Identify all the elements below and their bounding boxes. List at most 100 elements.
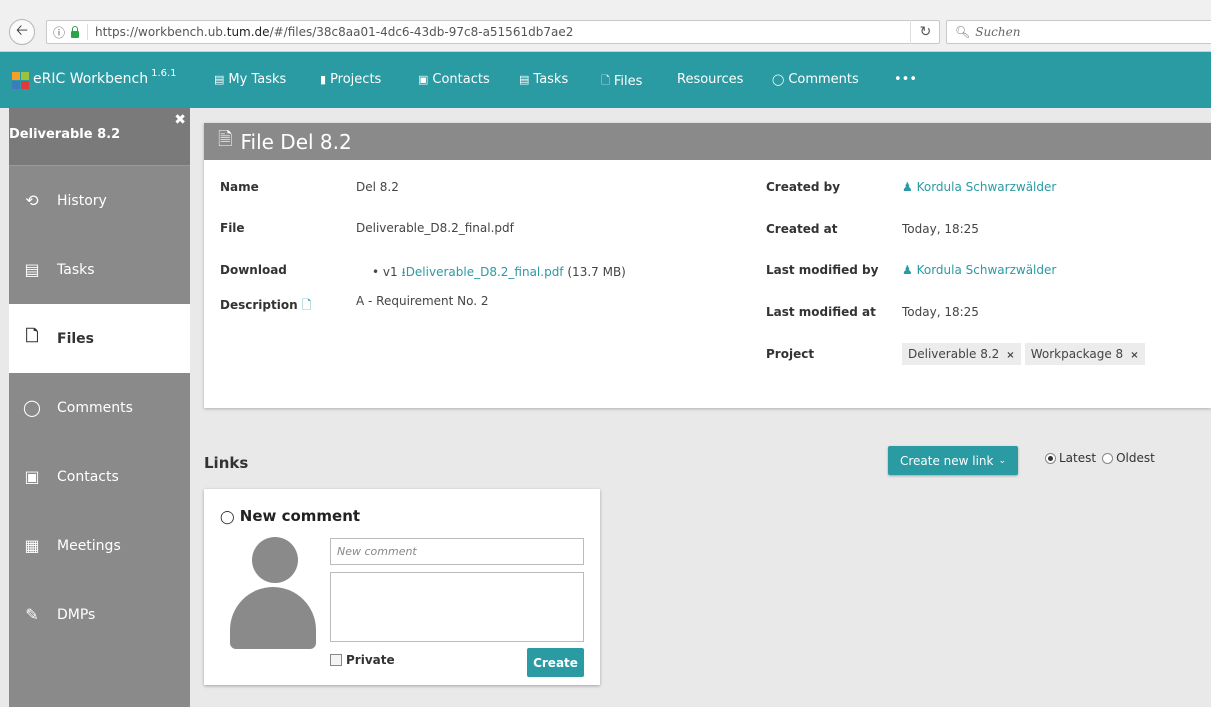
description-value: A - Requirement No. 2: [356, 294, 489, 308]
contact-icon: ▣: [418, 73, 429, 86]
sidebar-header: Deliverable 8.2 ✖: [9, 108, 190, 166]
project-tags: Deliverable 8.2 × Workpackage 8 ×: [902, 343, 1149, 365]
search-icon: 🔍︎: [955, 25, 971, 39]
tasks-icon: ▤: [519, 73, 530, 86]
logo-icon: [12, 72, 29, 89]
edit-icon: ✎: [25, 605, 39, 624]
remove-tag-icon[interactable]: ×: [1130, 350, 1138, 361]
sort-latest-radio[interactable]: [1045, 452, 1056, 464]
created-by-label: Created by: [766, 180, 841, 194]
tasks-icon: ▤: [24, 260, 40, 279]
file-icon: 🗋︎: [601, 74, 610, 87]
history-icon: ⟲: [25, 191, 39, 210]
reload-button[interactable]: ↻: [910, 20, 940, 44]
checkbox-box[interactable]: [330, 654, 342, 666]
search-input[interactable]: 🔍︎ Suchen: [946, 20, 1211, 44]
brand-version: 1.6.1: [151, 68, 177, 79]
links-title: Links: [204, 454, 249, 472]
last-modified-at-label: Last modified at: [766, 305, 876, 319]
created-at-value: Today, 18:25: [902, 222, 979, 236]
address-bar[interactable]: ⓘ https://workbench.ub.tum.de/#/files/38…: [46, 20, 940, 44]
sidebar-item-history[interactable]: ⟲ History: [9, 166, 190, 235]
user-icon: ♟: [902, 180, 913, 194]
sidebar-item-meetings[interactable]: ▦ Meetings: [9, 511, 190, 580]
nav-item-contacts[interactable]: ▣ Contacts: [418, 72, 490, 87]
tasks-icon: ▤: [214, 73, 225, 86]
sort-oldest-label[interactable]: Oldest: [1116, 451, 1155, 465]
project-tag: Deliverable 8.2 ×: [902, 343, 1021, 365]
file-icon: 🗋︎: [25, 326, 39, 345]
download-label: Download: [220, 263, 287, 277]
pdf-file-icon: 🗎︎: [218, 128, 233, 150]
new-comment-panel: ◯ New comment New comment Private Create: [204, 489, 600, 685]
create-link-button[interactable]: Create new link ⌄: [888, 446, 1018, 475]
download-size: (13.7 MB): [567, 265, 626, 279]
info-icon[interactable]: ⓘ: [53, 24, 65, 41]
nav-item-files[interactable]: 🗋︎ Files: [601, 72, 642, 91]
file-header: 🗎︎ File Del 8.2: [204, 123, 1211, 160]
avatar: [230, 537, 316, 649]
description-label: Description 🗋︎: [220, 298, 312, 312]
remove-tag-icon[interactable]: ×: [1006, 350, 1014, 361]
file-details-panel: 🗎︎ File Del 8.2 Name Del 8.2 File Delive…: [204, 123, 1211, 408]
created-at-label: Created at: [766, 222, 838, 236]
calendar-icon: ▦: [24, 536, 40, 555]
sort-options: Latest Oldest: [1045, 451, 1155, 465]
brand-name: eRIC Workbench: [33, 71, 149, 87]
sidebar: Deliverable 8.2 ✖ ⟲ History ▤ Tasks 🗋︎ F…: [9, 108, 190, 707]
sidebar-item-comments[interactable]: ◯ Comments: [9, 373, 190, 442]
project-label: Project: [766, 347, 815, 361]
nav-item-more[interactable]: •••: [894, 72, 917, 87]
nav-item-comments[interactable]: ◯ Comments: [772, 72, 859, 87]
browser-toolbar: 🡠 ⓘ https://workbench.ub.tum.de/#/files/…: [0, 0, 1211, 52]
download-link[interactable]: Deliverable_D8.2_final.pdf: [406, 265, 564, 279]
nav-item-projects[interactable]: ▮ Projects: [320, 72, 381, 87]
reload-icon: ↻: [919, 24, 932, 40]
chevron-down-icon: ⌄: [998, 455, 1007, 466]
comment-title-input[interactable]: New comment: [330, 538, 584, 565]
bullet: •: [372, 265, 380, 279]
download-entry: • v1 ⭳Deliverable_D8.2_final.pdf (13.7 M…: [372, 263, 626, 284]
sidebar-item-files[interactable]: 🗋︎ Files: [9, 304, 190, 373]
name-value: Del 8.2: [356, 180, 399, 194]
folder-icon: ▮: [320, 73, 327, 86]
comment-icon: ◯: [772, 73, 785, 86]
nav-item-my-tasks[interactable]: ▤ My Tasks: [214, 72, 286, 87]
file-value: Deliverable_D8.2_final.pdf: [356, 221, 514, 235]
sidebar-title: Deliverable 8.2: [9, 127, 121, 142]
last-modified-by-user[interactable]: ♟ Kordula Schwarzwälder: [902, 263, 1056, 277]
lock-icon[interactable]: [70, 26, 80, 38]
nav-item-tasks[interactable]: ▤ Tasks: [519, 72, 568, 87]
comment-body-textarea[interactable]: [330, 572, 584, 642]
sort-latest-label[interactable]: Latest: [1059, 451, 1096, 465]
private-checkbox[interactable]: Private: [330, 653, 395, 667]
top-navigation: eRIC Workbench 1.6.1 ▤ My Tasks ▮ Projec…: [0, 52, 1211, 108]
file-title: File Del 8.2: [240, 129, 352, 154]
separator: [87, 24, 89, 40]
contact-icon: ▣: [24, 467, 40, 486]
created-by-user[interactable]: ♟ Kordula Schwarzwälder: [902, 180, 1056, 194]
last-modified-at-value: Today, 18:25: [902, 305, 979, 319]
comment-title: ◯ New comment: [220, 507, 361, 525]
sidebar-item-tasks[interactable]: ▤ Tasks: [9, 235, 190, 304]
url-text: https://workbench.ub.tum.de/#/files/38c8…: [95, 25, 574, 39]
file-icon[interactable]: 🗋︎: [302, 298, 312, 312]
brand[interactable]: eRIC Workbench 1.6.1: [12, 68, 177, 89]
user-icon: ♟: [902, 263, 913, 277]
comment-icon: ◯: [220, 510, 235, 525]
nav-item-resources[interactable]: Resources: [677, 72, 743, 87]
last-modified-by-label: Last modified by: [766, 263, 879, 277]
close-icon[interactable]: ✖: [174, 112, 186, 128]
create-comment-button[interactable]: Create: [527, 648, 584, 677]
file-label: File: [220, 221, 245, 235]
comment-icon: ◯: [23, 398, 41, 417]
project-tag: Workpackage 8 ×: [1024, 343, 1145, 365]
sidebar-item-contacts[interactable]: ▣ Contacts: [9, 442, 190, 511]
download-version: v1: [382, 265, 398, 279]
sort-oldest-radio[interactable]: [1102, 452, 1114, 464]
arrow-left-icon: 🡠: [15, 20, 29, 39]
sidebar-item-dmps[interactable]: ✎ DMPs: [9, 580, 190, 649]
search-placeholder: Suchen: [975, 25, 1021, 39]
name-label: Name: [220, 180, 259, 194]
back-button[interactable]: 🡠: [9, 19, 35, 45]
